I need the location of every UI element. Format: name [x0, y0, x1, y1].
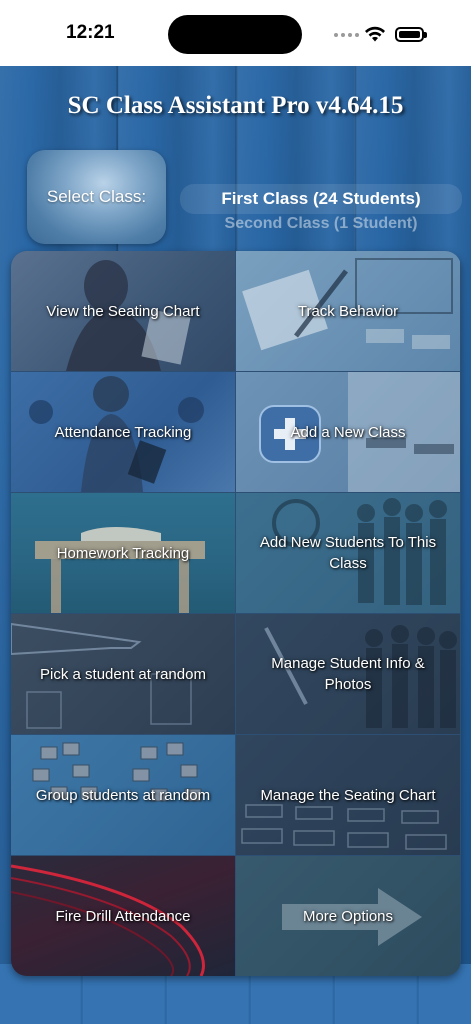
fire-drill-attendance-button[interactable]: Fire Drill Attendance: [11, 856, 235, 976]
add-new-students-label: Add New Students To This Class: [259, 534, 437, 572]
picker-option-selected[interactable]: First Class (24 Students): [180, 189, 462, 209]
dynamic-island: [168, 15, 302, 54]
battery-icon: [395, 27, 427, 42]
status-time: 12:21: [66, 22, 115, 43]
picker-option-next[interactable]: Second Class (1 Student): [180, 215, 462, 233]
view-seating-chart-label: View the Seating Chart: [46, 302, 200, 320]
select-class-button[interactable]: Select Class:: [27, 150, 166, 244]
attendance-tracking-label: Attendance Tracking: [54, 423, 192, 441]
pick-random-student-label: Pick a student at random: [40, 665, 206, 683]
manage-student-info-button[interactable]: Manage Student Info & Photos: [236, 614, 460, 734]
add-new-class-button[interactable]: Add a New Class: [236, 372, 460, 492]
menu-grid: View the Seating Chart Track Behavior At…: [11, 251, 461, 976]
wifi-icon: [365, 26, 385, 42]
pick-random-student-button[interactable]: Pick a student at random: [11, 614, 235, 734]
homework-tracking-button[interactable]: Homework Tracking: [11, 493, 235, 613]
cellular-signal-icon: [334, 33, 359, 37]
add-new-class-label: Add a New Class: [290, 423, 406, 441]
manage-student-info-label: Manage Student Info & Photos: [271, 655, 425, 693]
fire-drill-attendance-label: Fire Drill Attendance: [55, 907, 191, 925]
track-behavior-label: Track Behavior: [297, 302, 399, 320]
group-students-random-label: Group students at random: [35, 786, 211, 804]
add-new-students-button[interactable]: Add New Students To This Class: [236, 493, 460, 613]
track-behavior-button[interactable]: Track Behavior: [236, 251, 460, 371]
homework-tracking-label: Homework Tracking: [56, 544, 190, 562]
app-title: SC Class Assistant Pro v4.64.15: [67, 92, 404, 119]
status-bar: 12:21: [0, 0, 471, 66]
group-students-random-button[interactable]: Group students at random: [11, 735, 235, 855]
more-options-label: More Options: [302, 907, 394, 925]
manage-seating-chart-label: Manage the Seating Chart: [260, 786, 436, 804]
manage-seating-chart-button[interactable]: Manage the Seating Chart: [236, 735, 460, 855]
attendance-tracking-button[interactable]: Attendance Tracking: [11, 372, 235, 492]
view-seating-chart-button[interactable]: View the Seating Chart: [11, 251, 235, 371]
class-picker[interactable]: First Class (24 Students) Second Class (…: [180, 180, 462, 240]
more-options-button[interactable]: More Options: [236, 856, 460, 976]
